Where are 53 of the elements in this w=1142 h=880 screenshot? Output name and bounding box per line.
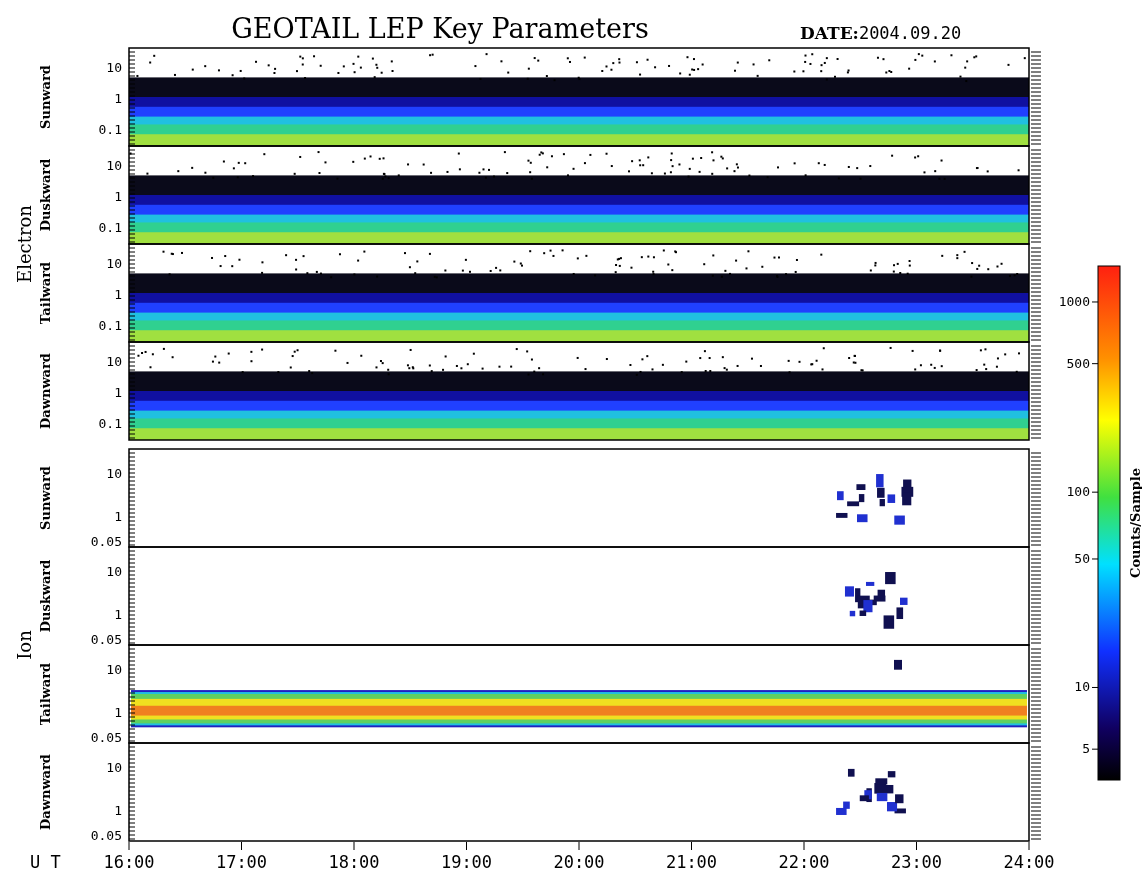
y-tick-label: 0.05 bbox=[90, 632, 122, 648]
y-tick-label: 10 bbox=[106, 255, 122, 271]
y-tick-label: 10 bbox=[106, 157, 122, 173]
panel-label: Duskward bbox=[38, 559, 53, 633]
y-tick-label: 1 bbox=[114, 704, 122, 720]
y-tick-label: 0.1 bbox=[98, 122, 122, 138]
x-tick-label: 17:00 bbox=[215, 852, 268, 872]
y-tick-label: 10 bbox=[106, 564, 122, 580]
y-tick-label: 10 bbox=[106, 353, 122, 369]
panel-label: Tailward bbox=[38, 662, 53, 726]
y-tick-label: 1 bbox=[114, 90, 122, 106]
x-tick-label: 21:00 bbox=[665, 852, 718, 872]
color-scale-label: 500 bbox=[1066, 355, 1090, 371]
x-tick-label: 20:00 bbox=[553, 852, 605, 872]
y-tick-label: 10 bbox=[106, 662, 122, 678]
y-tick-label: 0.05 bbox=[90, 730, 122, 746]
y-tick-label: 1 bbox=[114, 802, 122, 818]
color-scale-label: 1000 bbox=[1058, 294, 1090, 309]
panel-label: Dawnward bbox=[38, 754, 53, 830]
panel-label: Sunward bbox=[38, 466, 53, 530]
color-scale-label: 5 bbox=[1082, 741, 1090, 757]
y-tick-label: 0.05 bbox=[90, 534, 122, 550]
x-tick-label: 18:00 bbox=[328, 852, 380, 872]
color-scale-title: Counts/Sample bbox=[1128, 468, 1142, 578]
x-tick-label: 19:00 bbox=[440, 852, 493, 872]
x-tick-label: 23:00 bbox=[890, 852, 943, 872]
color-scale-label: 100 bbox=[1066, 484, 1090, 500]
y-tick-label: 0.1 bbox=[98, 318, 122, 334]
y-tick-label: 1 bbox=[114, 508, 122, 524]
y-tick-label: 0.05 bbox=[90, 828, 122, 844]
y-tick-label: 1 bbox=[114, 188, 122, 204]
group-label: Electron bbox=[14, 205, 35, 283]
y-tick-label: 1 bbox=[114, 286, 122, 302]
y-tick-label: 10 bbox=[106, 760, 122, 776]
x-tick-label: 16:00 bbox=[103, 852, 155, 872]
panel-label: Dawnward bbox=[38, 353, 53, 429]
group-label: Ion bbox=[14, 630, 35, 660]
y-tick-label: 10 bbox=[106, 466, 122, 482]
y-tick-label: 0.1 bbox=[98, 416, 122, 432]
x-axis-label: U T bbox=[30, 852, 61, 872]
color-scale-label: 10 bbox=[1074, 679, 1090, 695]
panel-label: Duskward bbox=[38, 158, 53, 232]
x-tick-label: 22:00 bbox=[778, 852, 830, 872]
panel-label: Tailward bbox=[38, 261, 53, 325]
date-label: DATE:2004.09.20 bbox=[800, 23, 962, 43]
panel-label: Sunward bbox=[38, 65, 53, 129]
y-tick-label: 1 bbox=[114, 606, 122, 622]
color-scale-label: 50 bbox=[1074, 551, 1090, 566]
y-tick-label: 10 bbox=[106, 59, 122, 75]
x-tick-label: 24:00 bbox=[1003, 852, 1055, 872]
y-tick-label: 0.1 bbox=[98, 220, 122, 236]
y-tick-label: 1 bbox=[114, 384, 122, 400]
chart-title: GEOTAIL LEP Key Parameters bbox=[231, 13, 649, 44]
